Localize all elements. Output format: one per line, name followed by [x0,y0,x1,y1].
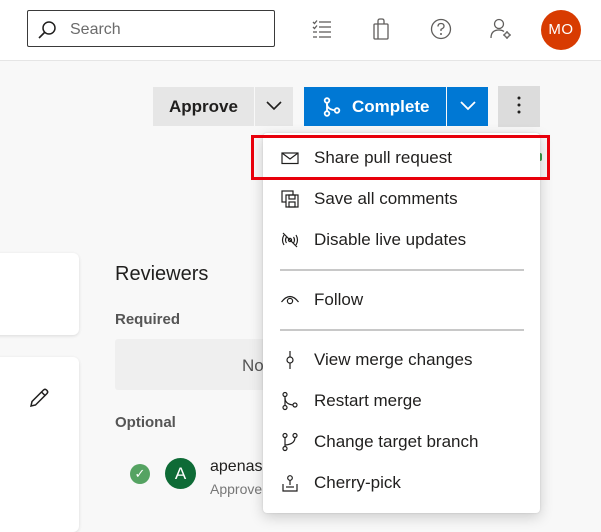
menu-item-save-all-comments[interactable]: Save all comments [263,179,540,219]
menu-item-label: View merge changes [314,350,473,369]
reviewer-status: Approve [210,481,263,497]
chevron-down-icon [459,101,476,111]
complete-options-button[interactable] [447,87,488,126]
commit-icon [286,351,294,369]
approve-button[interactable]: Approve [153,87,254,126]
complete-button[interactable]: Complete [304,87,446,126]
menu-divider [280,269,524,271]
required-reviewers-box: No [115,339,275,390]
menu-item-label: Follow [314,290,364,309]
pencil-icon[interactable] [28,387,50,409]
help-icon[interactable] [429,17,453,41]
search-input[interactable] [68,17,272,43]
reviewers-title: Reviewers [115,263,209,285]
approved-check-icon: ✓ [130,464,150,484]
approve-options-button[interactable] [255,87,293,126]
menu-item-label: Save all comments [314,189,458,208]
menu-divider [280,329,524,331]
chevron-down-icon [266,101,282,111]
mail-icon [281,152,299,165]
menu-item-label: Change target branch [314,432,479,451]
more-vertical-icon [517,96,521,114]
user-settings-icon[interactable] [489,17,513,41]
menu-item-follow[interactable]: Follow [263,280,540,320]
more-actions-button[interactable] [498,86,540,127]
required-label: Required [115,311,181,328]
live-updates-icon [281,232,299,248]
search-box[interactable] [27,10,275,47]
save-all-icon [281,190,299,208]
shopping-bag-icon[interactable] [369,17,393,41]
description-card [0,357,79,532]
menu-item-label: Cherry-pick [314,473,401,492]
avatar[interactable]: MO [541,10,581,50]
optional-label: Optional [115,414,176,431]
required-placeholder: No [242,356,264,375]
cherry-pick-icon [282,475,298,492]
menu-item-restart-merge[interactable]: Restart merge [263,381,540,421]
more-actions-menu: Share pull request Save all comments Dis… [263,133,540,513]
branch-icon [282,391,298,411]
menu-item-label: Share pull request [314,148,452,167]
complete-label: Complete [352,97,430,116]
task-list-icon[interactable] [310,17,334,41]
menu-item-label: Restart merge [314,391,422,410]
menu-item-change-target-branch[interactable]: Change target branch [263,422,540,462]
menu-item-cherry-pick[interactable]: Cherry-pick [263,463,540,503]
branch-change-icon [282,432,298,452]
overview-card [0,253,79,335]
reviewer-avatar: A [165,458,196,489]
search-icon [38,21,56,39]
menu-item-disable-live-updates[interactable]: Disable live updates [263,220,540,260]
top-bar: MO [0,0,601,61]
merge-icon [323,97,341,117]
menu-item-view-merge-changes[interactable]: View merge changes [263,340,540,380]
eye-icon [281,295,299,305]
menu-item-label: Disable live updates [314,230,467,249]
reviewer-name[interactable]: apenas [210,458,263,476]
menu-item-share-pull-request[interactable]: Share pull request [263,138,540,178]
